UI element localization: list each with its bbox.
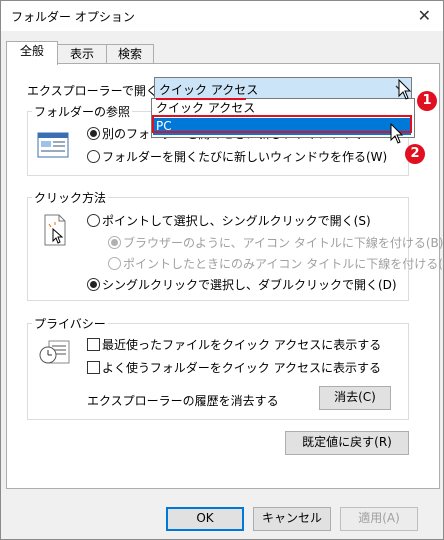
clear-history-button[interactable]: 消去(C) [319, 386, 391, 410]
cancel-button[interactable]: キャンセル [253, 507, 331, 531]
restore-defaults-button[interactable]: 既定値に戻す(R) [285, 431, 409, 455]
highlight-box-pc [152, 115, 412, 133]
window-icon [37, 132, 69, 158]
radio-same-window[interactable] [87, 127, 100, 140]
checkbox-frequent-folders[interactable] [87, 361, 100, 374]
mouse-cursor-icon [390, 123, 404, 144]
radio-single-click-label: ポイントして選択し、シングルクリックで開く(S) [102, 214, 371, 228]
annotation-badge-2: 2 [405, 144, 425, 164]
radio-underline-point[interactable] [108, 257, 121, 270]
mouse-cursor-icon [398, 79, 412, 100]
apply-button[interactable]: 適用(A) [340, 507, 418, 531]
radio-single-click[interactable] [87, 214, 100, 227]
checkbox-frequent-folders-label: よく使うフォルダーをクイック アクセスに表示する [102, 361, 381, 375]
tab-view[interactable]: 表示 [57, 44, 107, 64]
privacy-title: プライバシー [32, 315, 108, 332]
open-explorer-label: エクスプローラーで開く: [27, 84, 162, 98]
radio-underline-point-label: ポイントしたときにのみアイコン タイトルに下線を付ける(P) [123, 257, 444, 271]
close-icon[interactable]: ✕ [418, 6, 431, 25]
title-bar: フォルダー オプション ✕ [1, 1, 443, 31]
privacy-history-icon [39, 340, 70, 364]
radio-underline-browser-label: ブラウザーのように、アイコン タイトルに下線を付ける(B) [123, 236, 444, 250]
ok-button[interactable]: OK [166, 507, 244, 531]
selected-underline-highlight [156, 98, 246, 100]
radio-double-click[interactable] [87, 278, 100, 291]
radio-new-window-label: フォルダーを開くたびに新しいウィンドウを作る(W) [102, 150, 388, 164]
hand-pointer-icon [44, 214, 66, 246]
folder-options-dialog: フォルダー オプション ✕ 全般 表示 検索 エクスプローラーで開く: クイック… [0, 0, 444, 540]
combobox-selected-value: クイック アクセス [159, 83, 259, 97]
folder-browse-title: フォルダーの参照 [32, 103, 133, 120]
click-method-title: クリック方法 [32, 189, 109, 206]
tab-general[interactable]: 全般 [6, 41, 58, 65]
radio-double-click-label: シングルクリックで選択し、ダブルクリックで開く(D) [102, 278, 397, 292]
checkbox-recent-files[interactable] [87, 338, 100, 351]
clear-history-label: エクスプローラーの履歴を消去する [87, 394, 279, 408]
radio-new-window[interactable] [87, 150, 100, 163]
radio-underline-browser[interactable] [108, 236, 121, 249]
window-title: フォルダー オプション [11, 10, 135, 24]
open-explorer-combobox[interactable]: クイック アクセス [154, 77, 412, 100]
tab-search[interactable]: 検索 [106, 44, 154, 64]
annotation-badge-1: 1 [417, 91, 437, 111]
checkbox-recent-files-label: 最近使ったファイルをクイック アクセスに表示する [102, 338, 382, 352]
